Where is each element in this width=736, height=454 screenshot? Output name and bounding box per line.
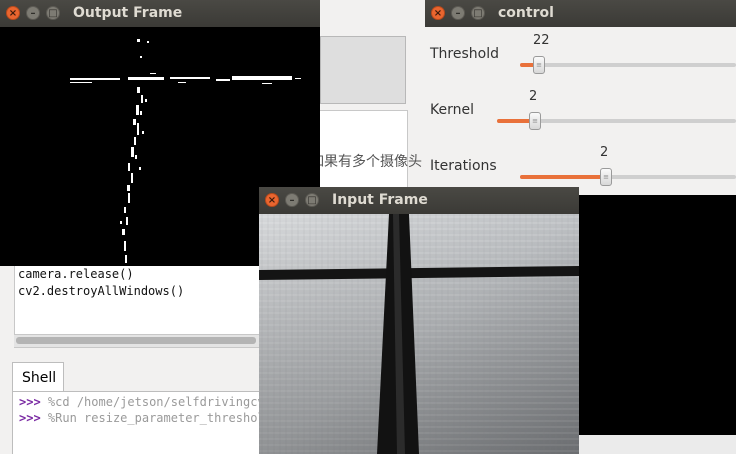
camera-photo	[259, 214, 579, 454]
output-window-title: Output Frame	[73, 5, 183, 21]
slider-fill	[520, 175, 606, 179]
shell-line: >>> %cd /home/jetson/selfdrivingcv	[19, 395, 265, 409]
control-window-title: control	[498, 5, 554, 21]
trackbar-label: Threshold	[430, 46, 499, 62]
minimize-icon[interactable]: –	[451, 6, 465, 20]
minimize-icon[interactable]: –	[285, 193, 299, 207]
minimize-icon[interactable]: –	[26, 6, 40, 20]
code-line: camera.release()	[18, 267, 134, 281]
shell-line: >>> %Run resize_parameter_threshold	[19, 411, 272, 425]
trackbar-value: 2	[529, 89, 538, 104]
shell-prompt: >>>	[19, 411, 41, 425]
control-image-area	[577, 195, 736, 435]
trackbar-value: 22	[533, 33, 550, 48]
slider-handle[interactable]: ≡	[529, 112, 541, 130]
slider-handle[interactable]: ≡	[533, 56, 545, 74]
code-lines: camera.release() cv2.destroyAllWindows()	[18, 266, 184, 300]
ide-toolbar-area	[320, 36, 406, 104]
maximize-icon[interactable]: □	[305, 193, 319, 207]
input-title-bar[interactable]: × – □ Input Frame	[259, 187, 579, 214]
tab-shell-label: Shell	[22, 370, 57, 386]
maximize-icon[interactable]: □	[471, 6, 485, 20]
slider-track[interactable]: ≡	[520, 168, 736, 186]
maximize-icon[interactable]: □	[46, 6, 60, 20]
close-icon[interactable]: ×	[6, 6, 20, 20]
trackbar-value: 2	[600, 145, 609, 160]
input-frame-window: × – □ Input Frame	[259, 187, 579, 454]
editor-comment-text: 如果有多个摄像头	[310, 154, 422, 170]
slider-track[interactable]: ≡	[497, 112, 736, 130]
trackbar-label: Kernel	[430, 102, 474, 118]
shell-prompt: >>>	[19, 395, 41, 409]
trackbar-panel: Threshold 22 ≡ Kernel 2 ≡ Iterations 2 ≡	[425, 27, 736, 195]
output-title-bar[interactable]: × – □ Output Frame	[0, 0, 320, 27]
control-status-bar	[577, 435, 736, 454]
slider-handle[interactable]: ≡	[600, 168, 612, 186]
input-window-title: Input Frame	[332, 192, 428, 208]
control-title-bar[interactable]: × – □ control	[425, 0, 736, 27]
close-icon[interactable]: ×	[431, 6, 445, 20]
tab-shell[interactable]: Shell	[12, 362, 64, 393]
close-icon[interactable]: ×	[265, 193, 279, 207]
code-line: cv2.destroyAllWindows()	[18, 284, 185, 298]
camera-input-image	[259, 214, 579, 454]
shell-command: %Run resize_parameter_threshold	[47, 411, 272, 425]
trackbar-label: Iterations	[430, 158, 497, 174]
slider-track[interactable]: ≡	[520, 56, 736, 74]
scrollbar-thumb[interactable]	[16, 337, 256, 344]
shell-command: %cd /home/jetson/selfdrivingcv	[47, 395, 265, 409]
